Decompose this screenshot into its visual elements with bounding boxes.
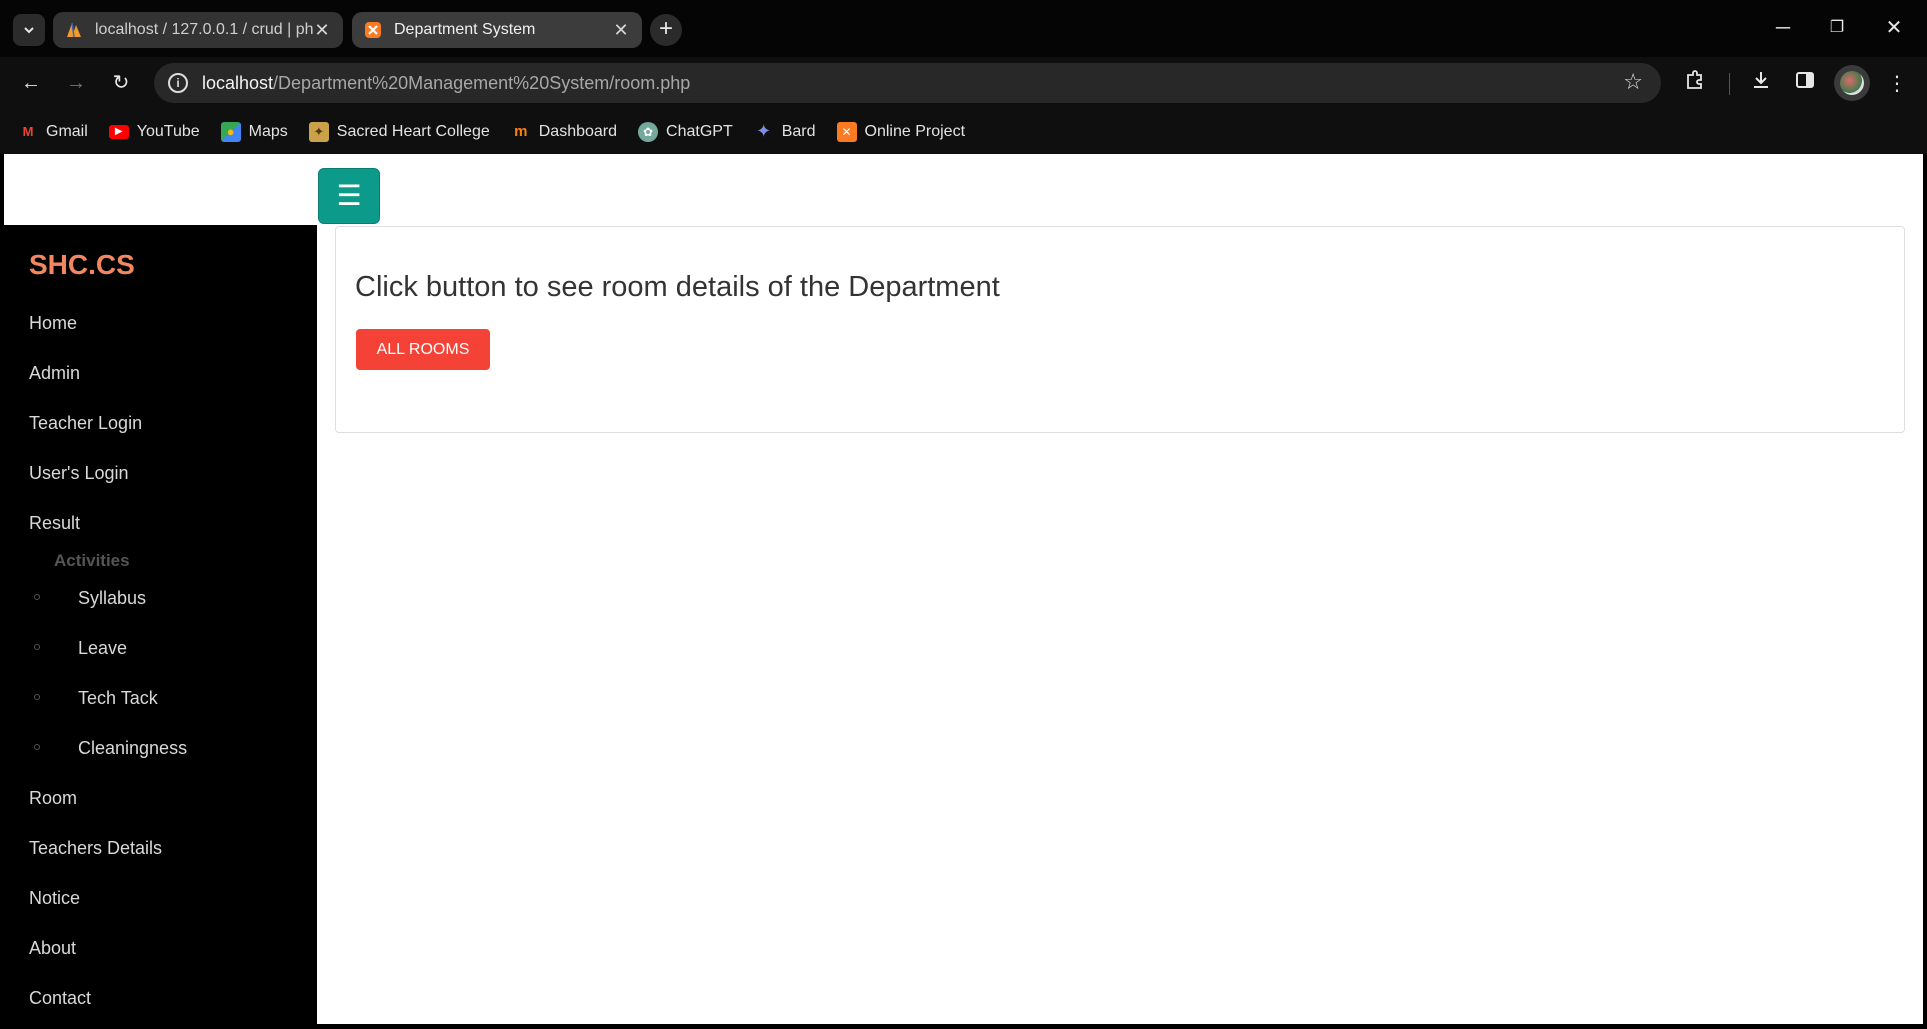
bookmark-label: Bard <box>781 122 816 140</box>
page-title: Click button to see room details of the … <box>355 271 1000 303</box>
phpmyadmin-icon <box>67 22 81 38</box>
bookmark-youtube[interactable]: ▶ YouTube <box>108 122 200 141</box>
sidebar-item-about[interactable]: About <box>29 938 76 959</box>
tab-phpmyadmin[interactable]: localhost / 127.0.0.1 / crud | php ✕ <box>53 12 343 48</box>
bookmark-gmail[interactable]: M Gmail <box>18 122 88 142</box>
forward-arrow-icon[interactable]: → <box>60 67 92 99</box>
maps-icon: ● <box>220 121 241 142</box>
bookmark-maps[interactable]: ● Maps <box>220 121 288 142</box>
tab-department-system[interactable]: Department System ✕ <box>352 12 642 48</box>
tab-strip: localhost / 127.0.0.1 / crud | php ✕ Dep… <box>0 0 1927 57</box>
sidebar-item-contact[interactable]: Contact <box>29 988 91 1009</box>
minimize-icon[interactable]: ─ <box>1763 8 1803 48</box>
tab-title: localhost / 127.0.0.1 / crud | php <box>95 21 313 38</box>
sidebar-item-admin[interactable]: Admin <box>29 363 80 384</box>
sidebar: SHC.CS Home Admin Teacher Login User's L… <box>4 225 317 1024</box>
bookmark-label: YouTube <box>136 122 200 140</box>
sidebar-item-teacher-login[interactable]: Teacher Login <box>29 413 142 434</box>
new-tab-button[interactable]: + <box>650 14 682 46</box>
sidebar-item-leave[interactable]: Leave <box>78 638 127 659</box>
sidebar-toggle-button[interactable]: ☰ <box>318 168 380 224</box>
bookmark-dashboard[interactable]: m Dashboard <box>511 122 617 142</box>
chevron-down-icon <box>24 27 34 34</box>
bookmark-label: ChatGPT <box>666 122 733 140</box>
sidebar-item-notice[interactable]: Notice <box>29 888 80 909</box>
bullet-icon <box>34 744 40 750</box>
xampp-icon <box>365 22 381 38</box>
close-icon[interactable]: ✕ <box>612 20 630 41</box>
sidebar-item-result[interactable]: Result <box>29 513 80 534</box>
page-viewport: SHC.CS Home Admin Teacher Login User's L… <box>4 154 1923 1024</box>
url-path: /Department%20Management%20System/room.p… <box>273 72 691 93</box>
tab-title: Department System <box>394 21 536 38</box>
bookmark-online-project[interactable]: ✕ Online Project <box>836 121 966 142</box>
bullet-icon <box>34 694 40 700</box>
browser-toolbar: ← → ↻ i localhost/Department%20Managemen… <box>0 57 1927 109</box>
bookmark-chatgpt[interactable]: ✿ ChatGPT <box>638 121 733 142</box>
sidebar-item-syllabus[interactable]: Syllabus <box>78 588 146 609</box>
download-icon[interactable] <box>1746 69 1776 99</box>
bookmark-sacred-heart-college[interactable]: ✦ Sacred Heart College <box>308 121 490 142</box>
chatgpt-icon: ✿ <box>638 121 659 142</box>
site-info-icon[interactable]: i <box>168 73 188 93</box>
sidebar-item-cleaningness[interactable]: Cleaningness <box>78 738 187 759</box>
back-arrow-icon[interactable]: ← <box>15 67 47 99</box>
window-close-icon[interactable]: ✕ <box>1874 8 1914 48</box>
all-rooms-button[interactable]: ALL ROOMS <box>356 329 490 370</box>
sidebar-item-users-login[interactable]: User's Login <box>29 463 128 484</box>
sidebar-section-activities: Activities <box>54 551 130 570</box>
url-host: localhost <box>202 72 274 93</box>
brand-logo[interactable]: SHC.CS <box>29 249 135 281</box>
bullet-icon <box>34 594 40 600</box>
extensions-icon[interactable] <box>1680 69 1710 99</box>
bookmark-bard[interactable]: ✦ Bard <box>754 121 816 142</box>
reload-icon[interactable]: ↻ <box>105 67 137 99</box>
bookmark-label: Sacred Heart College <box>336 122 490 140</box>
side-panel-icon[interactable] <box>1790 69 1820 99</box>
bookmarks-bar: M Gmail ▶ YouTube ● Maps ✦ Sacred Heart … <box>0 109 1927 154</box>
moodle-icon: m <box>514 123 528 140</box>
bookmark-label: Gmail <box>46 122 88 140</box>
restore-icon[interactable]: ❐ <box>1817 8 1857 48</box>
tab-search-button[interactable] <box>13 14 45 46</box>
bullet-icon <box>34 644 40 650</box>
profile-avatar[interactable] <box>1834 65 1870 101</box>
gmail-icon: M <box>22 124 34 139</box>
bookmark-label: Maps <box>248 122 288 140</box>
bookmark-label: Online Project <box>864 122 966 140</box>
bard-icon: ✦ <box>756 121 772 141</box>
college-icon: ✦ <box>308 121 329 142</box>
bookmark-star-icon[interactable]: ☆ <box>1623 69 1643 95</box>
sidebar-item-home[interactable]: Home <box>29 313 77 334</box>
youtube-icon: ▶ <box>108 124 129 139</box>
bookmark-label: Dashboard <box>538 122 618 140</box>
sidebar-item-tech-tack[interactable]: Tech Tack <box>78 688 158 709</box>
toolbar-divider <box>1729 73 1730 95</box>
room-card: Click button to see room details of the … <box>335 226 1905 433</box>
sidebar-item-room[interactable]: Room <box>29 788 77 809</box>
menu-dots-icon[interactable]: ⋮ <box>1882 69 1912 99</box>
address-bar[interactable]: i localhost/Department%20Management%20Sy… <box>154 63 1661 103</box>
close-icon[interactable]: ✕ <box>313 20 331 41</box>
xampp-icon: ✕ <box>836 121 857 142</box>
hamburger-menu-icon: ☰ <box>336 180 362 211</box>
sidebar-item-teachers-details[interactable]: Teachers Details <box>29 838 162 859</box>
